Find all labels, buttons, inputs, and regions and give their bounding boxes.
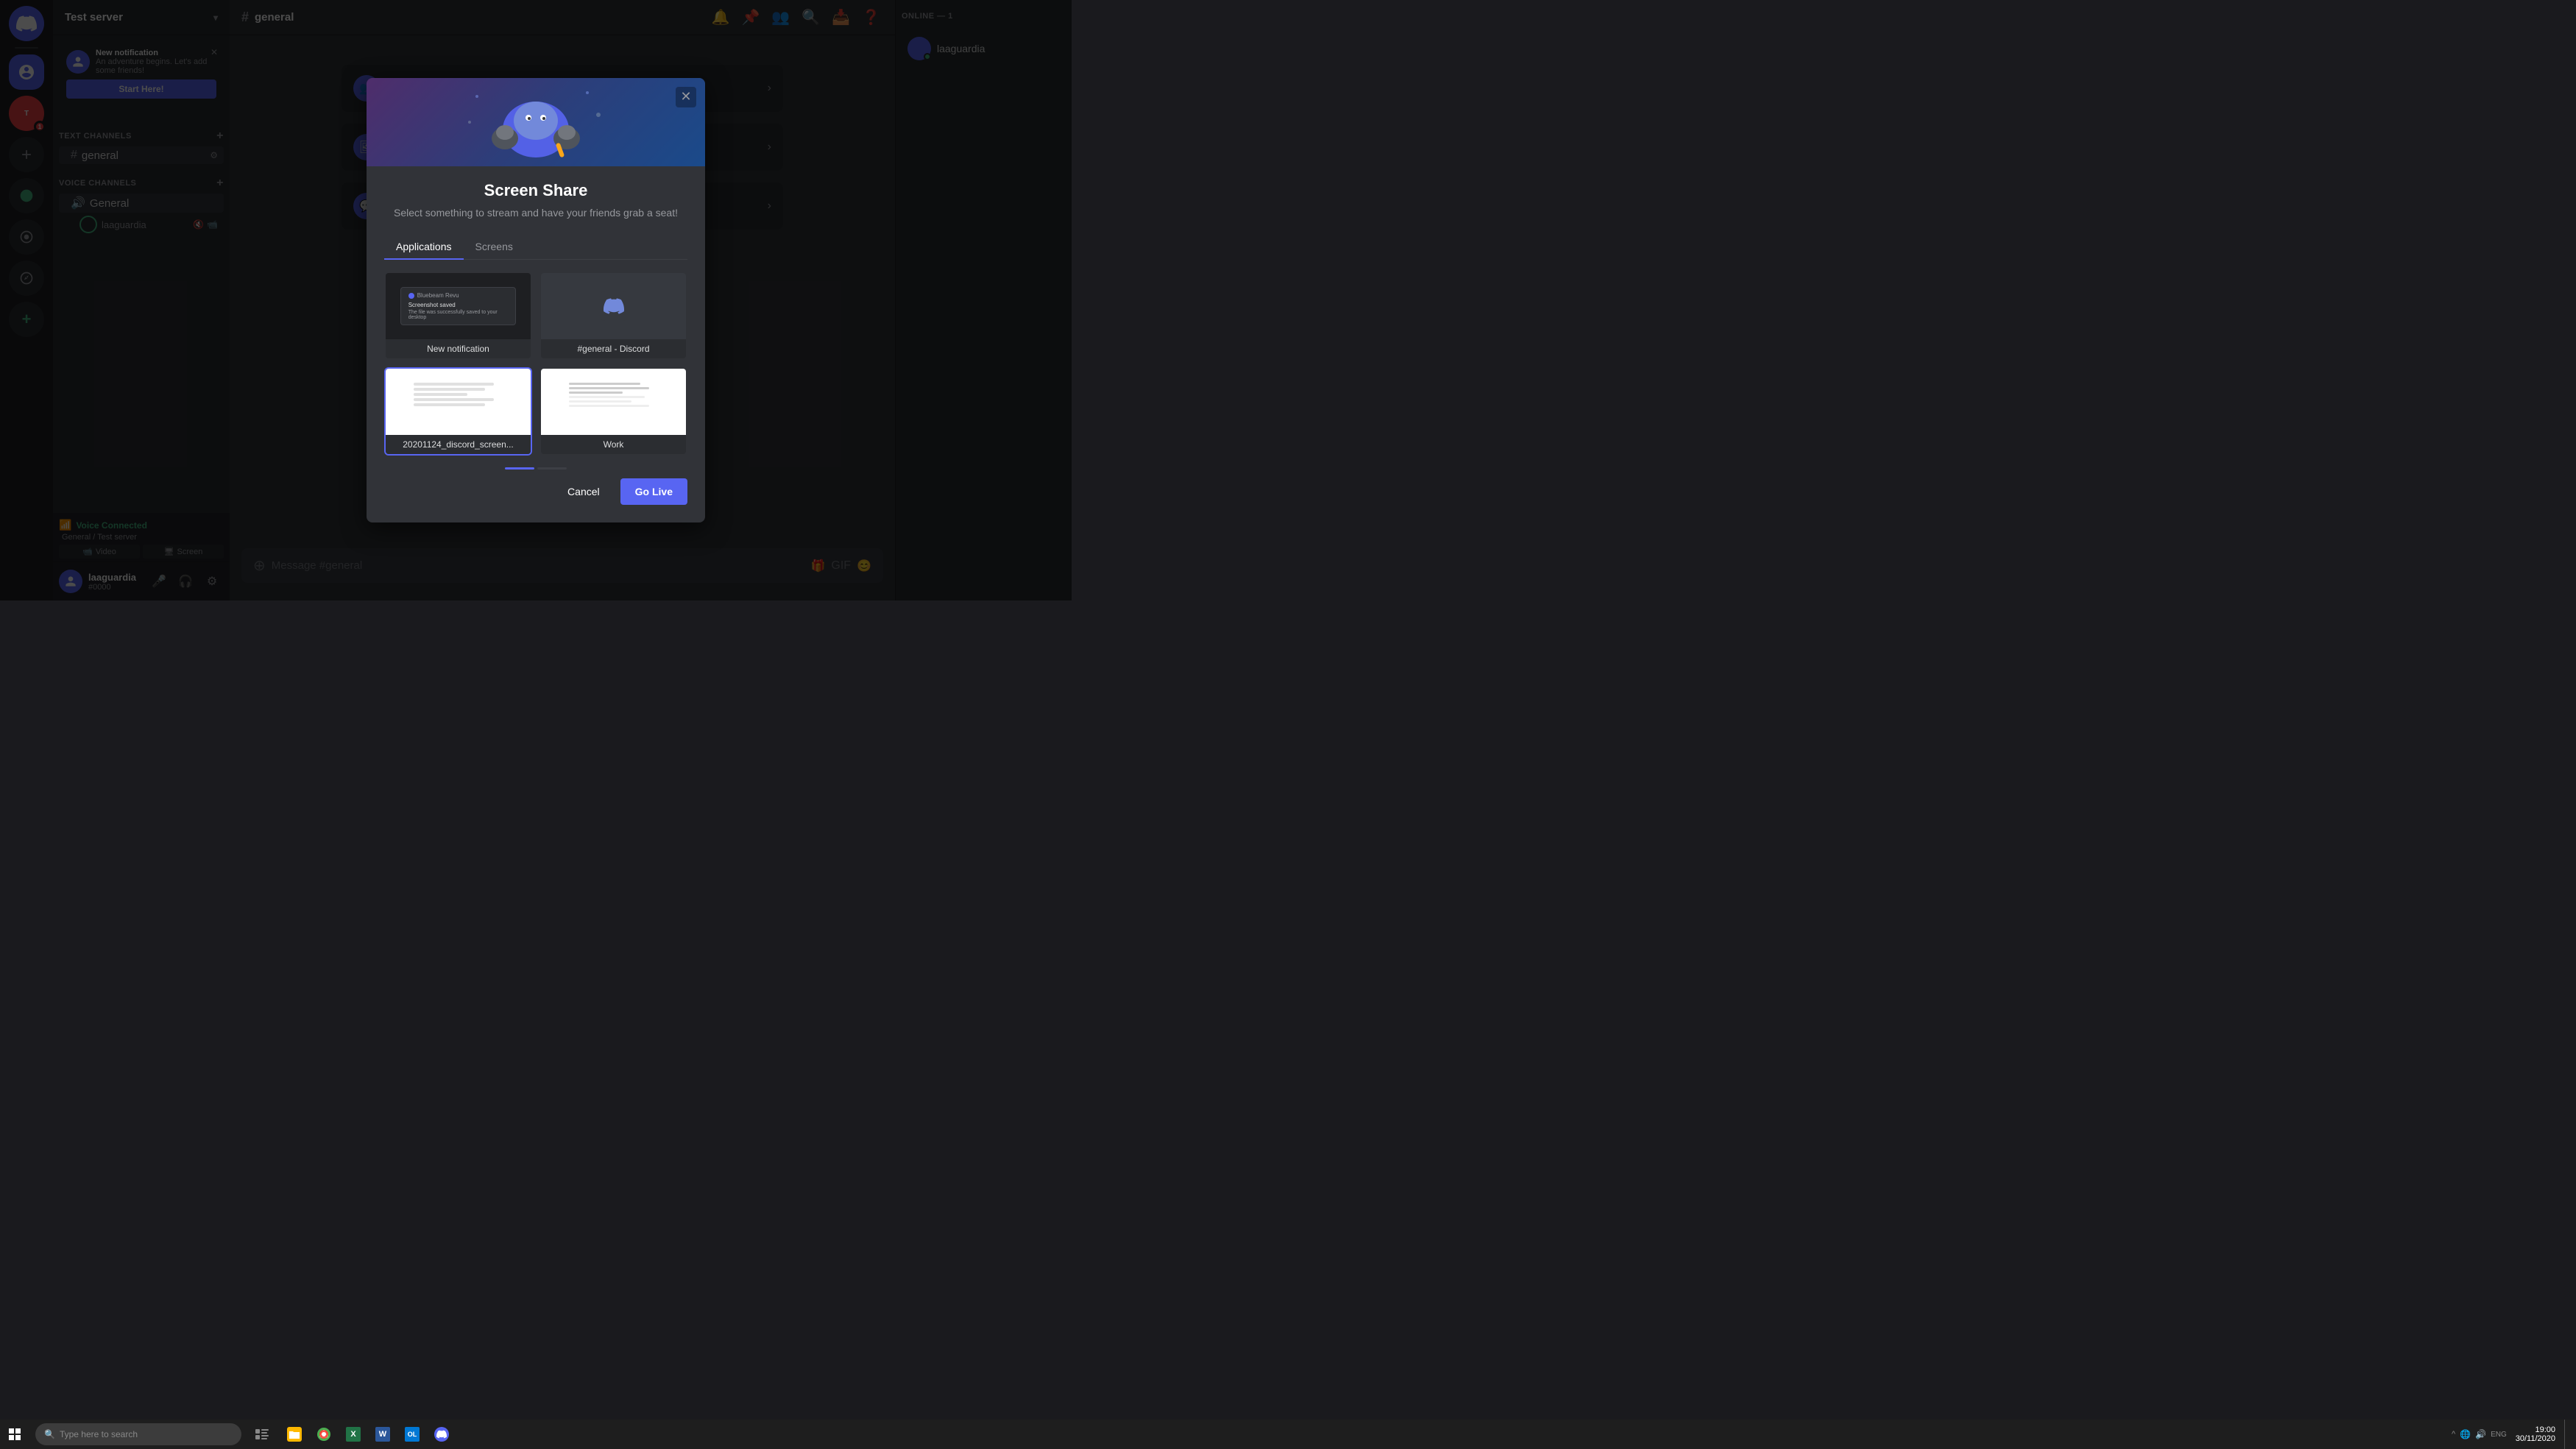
notif-preview-subtext: The file was successfully saved to your … xyxy=(408,310,509,320)
task-view-button[interactable] xyxy=(247,1420,277,1449)
taskbar-clock[interactable]: 19:00 30/11/2020 xyxy=(2510,1425,2561,1443)
scroll-dot-2 xyxy=(537,467,567,470)
discord-app-label: #general - Discord xyxy=(541,339,686,358)
file-explorer-icon xyxy=(287,1427,302,1442)
app-card-work[interactable]: Work xyxy=(539,367,687,456)
clock-time: 19:00 xyxy=(2535,1425,2555,1434)
doc-preview xyxy=(409,378,506,427)
modal-overlay: ✕ Screen Share Select something to strea… xyxy=(0,0,1072,600)
taskbar-chrome[interactable] xyxy=(309,1420,339,1449)
tab-applications[interactable]: Applications xyxy=(384,235,464,260)
screen-share-modal: ✕ Screen Share Select something to strea… xyxy=(367,78,705,523)
close-modal-button[interactable]: ✕ xyxy=(676,87,696,107)
discord-preview xyxy=(599,291,629,321)
discord-app-icon xyxy=(434,1427,449,1442)
modal-footer: Cancel Go Live xyxy=(384,472,687,505)
work-preview xyxy=(565,378,662,427)
outlook-icon: OL xyxy=(405,1427,420,1442)
tab-screens[interactable]: Screens xyxy=(464,235,525,260)
modal-subtitle: Select something to stream and have your… xyxy=(384,206,687,221)
notification-thumbnail: Bluebeam Revu Screenshot saved The file … xyxy=(386,273,531,339)
taskbar-excel[interactable]: X xyxy=(339,1420,368,1449)
notif-dot xyxy=(408,293,414,299)
language-label: ENG xyxy=(2491,1431,2507,1439)
word-icon: W xyxy=(375,1427,390,1442)
network-icon[interactable]: 🌐 xyxy=(2460,1429,2471,1439)
modal-title: Screen Share xyxy=(384,181,687,200)
chrome-icon xyxy=(316,1427,331,1442)
app-card-discord[interactable]: #general - Discord xyxy=(539,272,687,360)
discord-preview-icon xyxy=(599,291,629,321)
work-app-label: Work xyxy=(541,435,686,454)
notif-preview-header: Bluebeam Revu xyxy=(408,292,509,299)
taskbar-file-explorer[interactable] xyxy=(280,1420,309,1449)
go-live-button[interactable]: Go Live xyxy=(620,478,687,505)
show-desktop-button[interactable] xyxy=(2564,1420,2570,1449)
discord-thumbnail xyxy=(541,273,686,339)
app-card-notification[interactable]: Bluebeam Revu Screenshot saved The file … xyxy=(384,272,532,360)
taskbar: 🔍 Type here to search xyxy=(0,1420,2576,1449)
screenshot-app-label: 20201124_discord_screen... xyxy=(386,435,531,454)
notification-preview: Bluebeam Revu Screenshot saved The file … xyxy=(400,287,517,325)
notification-app-label: New notification xyxy=(386,339,531,358)
app-card-screenshot[interactable]: 20201124_discord_screen... xyxy=(384,367,532,456)
taskbar-system-tray: ^ 🌐 🔊 ENG 19:00 30/11/2020 xyxy=(2446,1420,2576,1449)
taskbar-search-icon: 🔍 xyxy=(44,1429,55,1439)
taskbar-search-text: Type here to search xyxy=(60,1429,138,1439)
cancel-button[interactable]: Cancel xyxy=(553,478,615,505)
taskbar-apps: X W OL xyxy=(277,1420,459,1449)
taskbar-search-box[interactable]: 🔍 Type here to search xyxy=(35,1423,241,1445)
taskbar-discord[interactable] xyxy=(427,1420,456,1449)
work-thumbnail xyxy=(541,369,686,435)
screenshot-thumbnail xyxy=(386,369,531,435)
clock-date: 30/11/2020 xyxy=(2516,1434,2555,1443)
scroll-indicator xyxy=(384,467,687,470)
chevron-icon[interactable]: ^ xyxy=(2452,1430,2455,1439)
app-grid: Bluebeam Revu Screenshot saved The file … xyxy=(384,272,687,456)
notif-preview-title: Bluebeam Revu xyxy=(417,292,459,299)
hero-illustration xyxy=(462,78,609,166)
taskbar-outlook[interactable]: OL xyxy=(397,1420,427,1449)
modal-content: Screen Share Select something to stream … xyxy=(367,166,705,523)
taskbar-word[interactable]: W xyxy=(368,1420,397,1449)
modal-tabs: Applications Screens xyxy=(384,235,687,260)
start-button[interactable] xyxy=(0,1420,29,1449)
scroll-dot-1 xyxy=(505,467,534,470)
excel-icon: X xyxy=(346,1427,361,1442)
volume-icon[interactable]: 🔊 xyxy=(2475,1429,2486,1439)
notif-preview-text: Screenshot saved xyxy=(408,302,509,308)
system-icons: ^ 🌐 🔊 ENG xyxy=(2452,1429,2507,1439)
modal-hero: ✕ xyxy=(367,78,705,166)
